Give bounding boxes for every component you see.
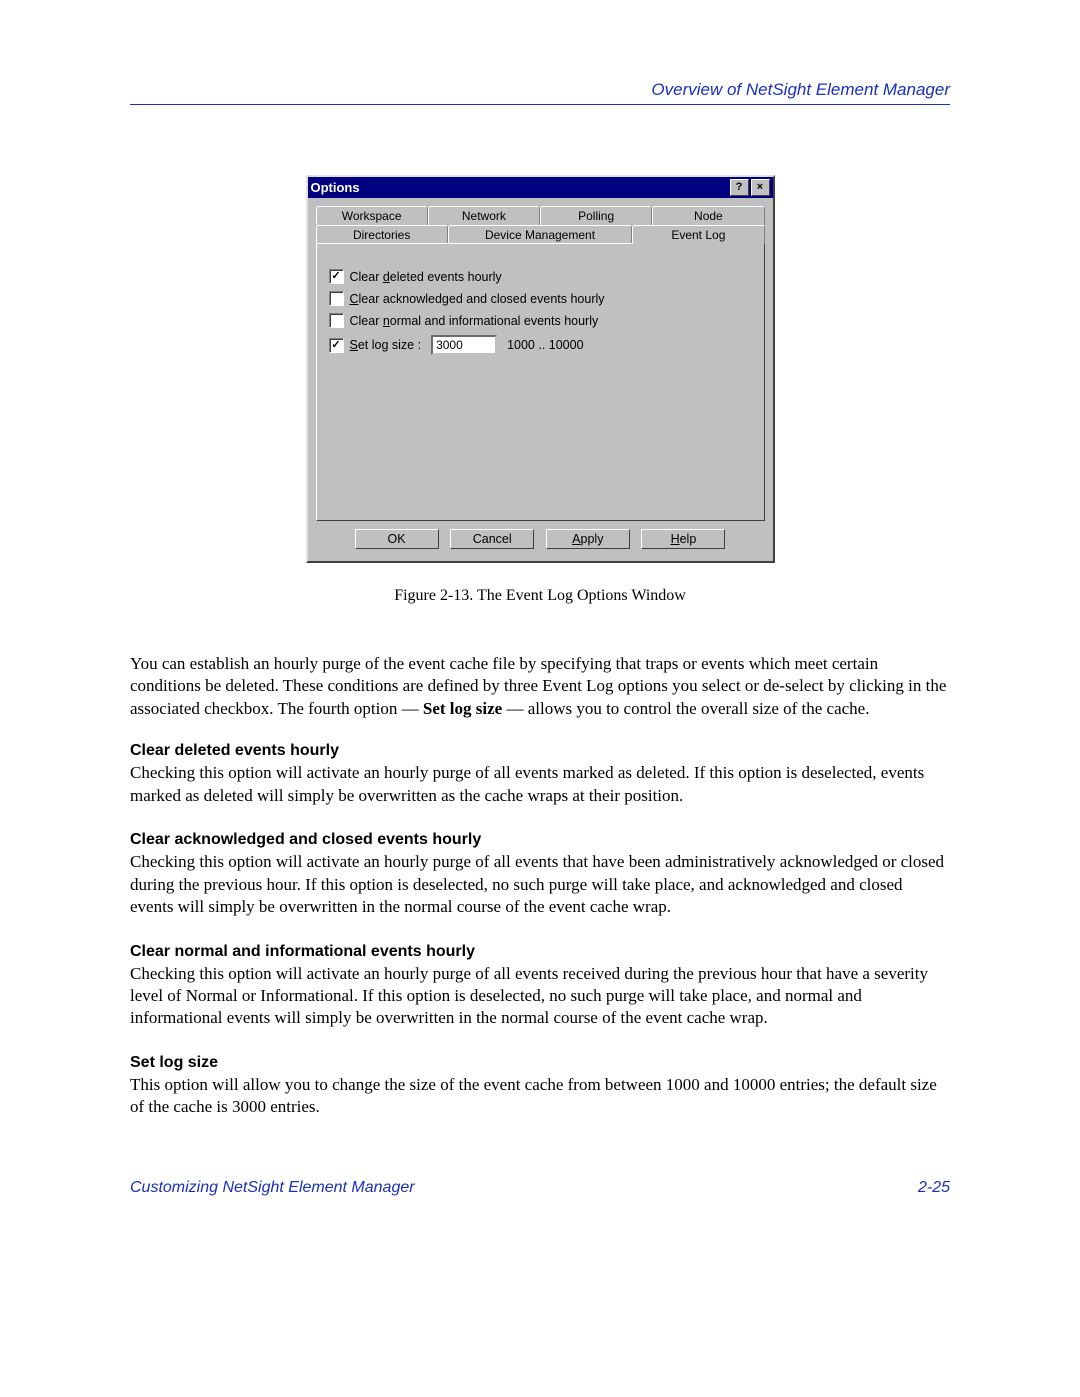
titlebar[interactable]: Options ? ×: [308, 177, 773, 198]
ok-button[interactable]: OK: [355, 529, 439, 549]
log-size-range: 1000 .. 10000: [507, 338, 583, 352]
cancel-button[interactable]: Cancel: [450, 529, 534, 549]
options-window: Options ? × Workspace Network Polling No…: [306, 175, 775, 563]
page-header: Overview of NetSight Element Manager: [130, 80, 950, 105]
label-clear-deleted: Clear deleted events hourly: [350, 270, 502, 284]
checkbox-clear-acknowledged[interactable]: [329, 291, 344, 306]
section-body-clear-acknowledged: Checking this option will activate an ho…: [130, 851, 950, 918]
section-title-clear-normal: Clear normal and informational events ho…: [130, 943, 950, 961]
intro-paragraph: You can establish an hourly purge of the…: [130, 653, 950, 720]
checkbox-clear-deleted[interactable]: [329, 269, 344, 284]
tab-device-management[interactable]: Device Management: [448, 225, 632, 244]
tab-workspace[interactable]: Workspace: [316, 206, 428, 225]
section-title-clear-acknowledged: Clear acknowledged and closed events hou…: [130, 831, 950, 849]
checkbox-clear-normal[interactable]: [329, 313, 344, 328]
checkbox-set-log-size[interactable]: [329, 338, 344, 353]
help-icon[interactable]: ?: [730, 179, 749, 196]
log-size-input[interactable]: [431, 335, 497, 355]
close-icon[interactable]: ×: [751, 179, 770, 196]
tab-polling[interactable]: Polling: [540, 206, 652, 225]
tab-event-log[interactable]: Event Log: [632, 225, 764, 244]
footer-left: Customizing NetSight Element Manager: [130, 1179, 415, 1197]
tab-panel-event-log: Clear deleted events hourly Clear acknow…: [316, 243, 765, 521]
section-body-set-log-size: This option will allow you to change the…: [130, 1074, 950, 1119]
label-set-log-size: Set log size :: [350, 338, 422, 352]
page-number: 2-25: [918, 1179, 950, 1197]
label-clear-normal: Clear normal and informational events ho…: [350, 314, 599, 328]
help-button[interactable]: Help: [641, 529, 725, 549]
section-title-clear-deleted: Clear deleted events hourly: [130, 742, 950, 760]
figure-caption: Figure 2-13. The Event Log Options Windo…: [130, 587, 950, 605]
tab-network[interactable]: Network: [428, 206, 540, 225]
section-body-clear-deleted: Checking this option will activate an ho…: [130, 762, 950, 807]
tab-node[interactable]: Node: [652, 206, 764, 225]
section-title-set-log-size: Set log size: [130, 1054, 950, 1072]
section-body-clear-normal: Checking this option will activate an ho…: [130, 963, 950, 1030]
window-title: Options: [311, 180, 728, 195]
apply-button[interactable]: Apply: [546, 529, 630, 549]
label-clear-acknowledged: Clear acknowledged and closed events hou…: [350, 292, 605, 306]
tab-directories[interactable]: Directories: [316, 225, 448, 244]
